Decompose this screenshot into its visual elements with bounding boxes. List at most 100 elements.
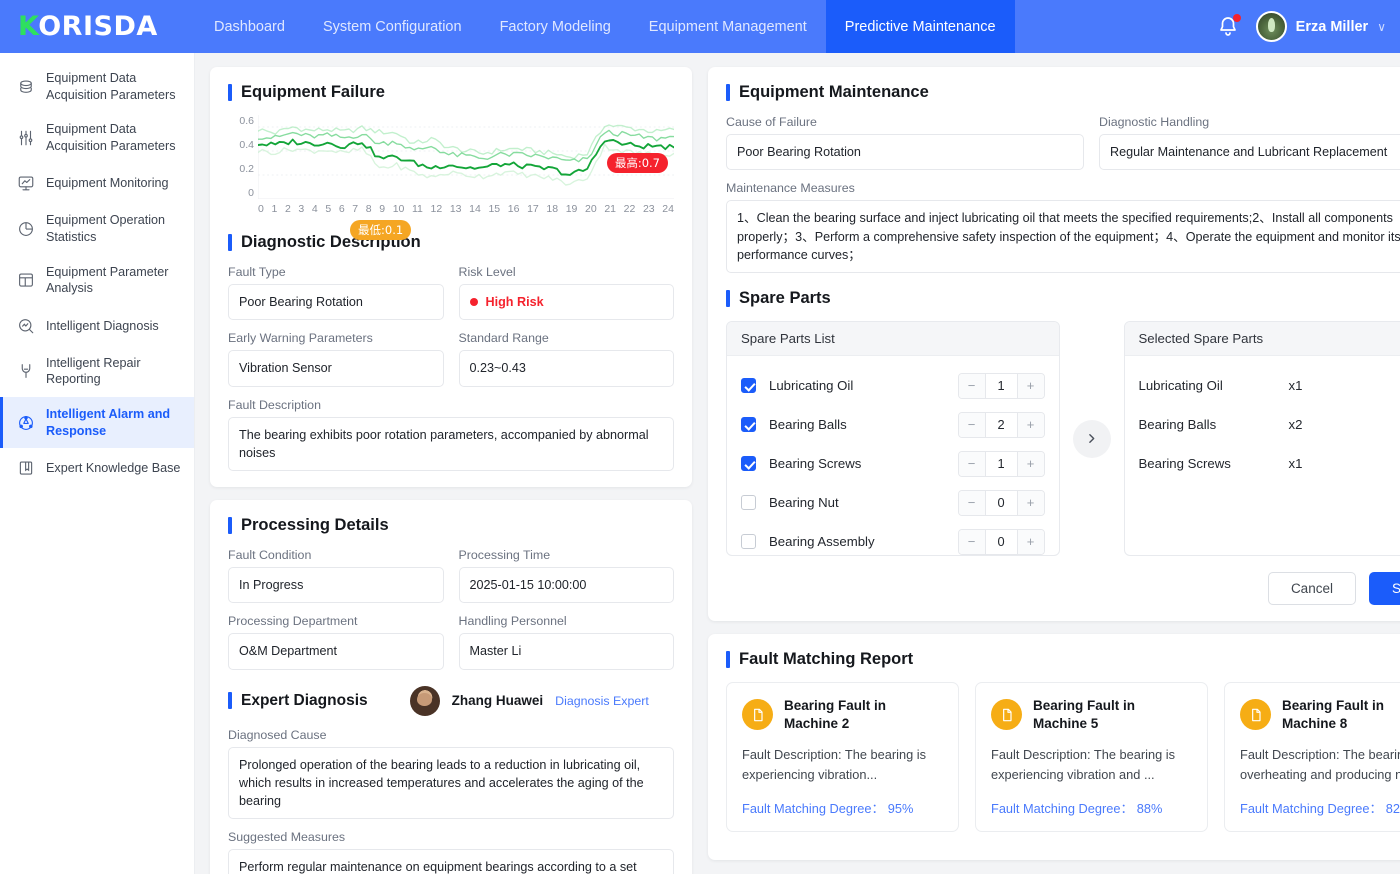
fault-condition-input[interactable]: In Progress [228,567,444,604]
quantity-increment-button[interactable]: + [1017,451,1044,476]
brand-logo[interactable]: KORISDA [0,11,195,42]
quantity-value[interactable]: 1 [984,373,1018,398]
chart-max-badge: 最高:0.7 [606,153,668,173]
quantity-decrement-button[interactable]: − [958,529,985,554]
sidebar-item-equipment-data-acquisition-parameters-1[interactable]: Equipment Data Acquisition Parameters [0,61,194,112]
quantity-value[interactable]: 2 [984,412,1018,437]
spare-part-checkbox[interactable] [741,378,756,393]
diagnostic-description-title: Diagnostic Description [228,233,674,252]
spare-parts-title: Spare Parts [726,289,1400,308]
early-warning-input[interactable]: Vibration Sensor [228,350,444,387]
quantity-value[interactable]: 0 [984,529,1018,554]
fault-card[interactable]: Bearing Fault in Machine 8 Fault Descrip… [1224,682,1400,832]
quantity-decrement-button[interactable]: − [958,373,985,398]
sidebar-item-label: Equipment Data Acquisition Parameters [46,122,176,153]
quantity-value[interactable]: 0 [984,490,1018,515]
spare-part-row: Bearing Balls − 2 + [741,405,1045,444]
selected-spare-part-qty: x2 [1288,417,1303,432]
sidebar-item-equipment-monitoring[interactable]: Equipment Monitoring [0,163,194,203]
fault-condition-time-row: Fault Condition In Progress Processing T… [228,548,674,604]
quantity-decrement-button[interactable]: − [958,412,985,437]
quantity-value[interactable]: 1 [984,451,1018,476]
sidebar-item-expert-knowledge-base[interactable]: Expert Knowledge Base [0,448,194,488]
spare-part-checkbox[interactable] [741,495,756,510]
x-tick: 2 [284,203,291,215]
selected-spare-parts-box: Selected Spare Parts Lubricating Oil x1 … [1123,321,1400,556]
chart-min-badge: 最低:0.1 [350,220,412,240]
suggested-measures-input[interactable]: Perform regular maintenance on equipment… [228,849,674,874]
fault-card[interactable]: Bearing Fault in Machine 2 Fault Descrip… [726,682,959,832]
brand-logo-first-letter: K [18,11,39,42]
quantity-increment-button[interactable]: + [1017,529,1044,554]
handling-personnel-input[interactable]: Master Li [458,633,674,670]
sidebar-item-equipment-parameter-analysis[interactable]: Equipment Parameter Analysis [0,255,194,306]
selected-spare-part-row: Bearing Balls x2 [1139,405,1400,444]
diagnosed-cause-label: Diagnosed Cause [228,727,327,742]
spare-part-checkbox[interactable] [741,534,756,549]
fault-card-matching-degree[interactable]: Fault Matching Degree： 88% [991,798,1192,817]
quantity-increment-button[interactable]: + [1017,490,1044,515]
diagnosed-cause-group: Diagnosed Cause Prolonged operation of t… [228,728,674,820]
pie-chart-icon [16,220,35,239]
x-tick: 18 [546,203,559,215]
expert-role-link[interactable]: Diagnosis Expert [555,694,649,708]
sidebar-item-intelligent-repair-reporting[interactable]: Intelligent Repair Reporting [0,346,194,397]
nav-item-equipment-management[interactable]: Equipment Management [630,0,826,53]
nav-item-dashboard[interactable]: Dashboard [195,0,304,53]
risk-level-group: Risk Level High Risk [458,265,674,321]
quantity-stepper: − 1 + [957,450,1045,477]
document-icon [991,699,1022,731]
nav-item-system-configuration[interactable]: System Configuration [304,0,481,53]
sidebar-item-equipment-operation-statistics[interactable]: Equipment Operation Statistics [0,203,194,254]
user-menu[interactable]: Erza Miller ∨ [1255,11,1386,42]
quantity-decrement-button[interactable]: − [958,490,985,515]
diagnosed-cause-input[interactable]: Prolonged operation of the bearing leads… [228,746,674,820]
quantity-increment-button[interactable]: + [1017,412,1044,437]
cause-of-failure-label: Cause of Failure [726,115,817,129]
risk-level-value: High Risk [458,284,674,321]
sidebar-item-intelligent-diagnosis[interactable]: Intelligent Diagnosis [0,306,194,346]
nav-right-cluster: Erza Miller ∨ [1216,0,1386,53]
handling-personnel-label: Handling Personnel [458,614,567,629]
processing-time-input[interactable]: 2025-01-15 10:00:00 [458,567,674,604]
database-icon [16,77,35,96]
spare-part-checkbox[interactable] [741,456,756,471]
standard-range-input[interactable]: 0.23~0.43 [458,350,674,387]
sidebar-item-intelligent-alarm-and-response[interactable]: Intelligent Alarm and Response [0,397,194,449]
submit-button[interactable]: Submit [1368,572,1400,605]
diagnostic-handling-input[interactable]: Regular Maintenance and Lubricant Replac… [1099,134,1400,171]
expert-avatar [409,685,440,716]
suggested-measures-group: Suggested Measures Perform regular maint… [228,830,674,874]
processing-department-label: Processing Department [228,614,358,629]
user-name-label: Erza Miller [1295,18,1369,35]
early-warning-standard-row: Early Warning Parameters Vibration Senso… [228,331,674,387]
x-tick: 3 [298,203,305,215]
nav-item-factory-modeling[interactable]: Factory Modeling [481,0,630,53]
spare-part-checkbox[interactable] [741,417,756,432]
chevron-down-icon: ∨ [1377,19,1386,34]
fault-description-input[interactable]: The bearing exhibits poor rotation param… [228,416,674,471]
cause-of-failure-input[interactable]: Poor Bearing Rotation [726,134,1084,171]
cancel-button[interactable]: Cancel [1267,572,1356,605]
sidebar-item-label: Equipment Monitoring [46,176,169,191]
sidebar-item-equipment-data-acquisition-parameters-2[interactable]: Equipment Data Acquisition Parameters [0,112,194,163]
fault-card-title: Bearing Fault in Machine 5 [1033,698,1136,731]
spare-part-name: Lubricating Oil [769,378,854,393]
quantity-increment-button[interactable]: + [1017,373,1044,398]
quantity-decrement-button[interactable]: − [958,451,985,476]
fault-condition-group: Fault Condition In Progress [228,548,444,604]
transfer-right-button[interactable] [1072,419,1111,458]
maintenance-measures-textarea[interactable]: 1、Clean the bearing surface and inject l… [726,200,1400,273]
nav-item-predictive-maintenance[interactable]: Predictive Maintenance [825,0,1015,53]
fault-card-matching-degree[interactable]: Fault Matching Degree： 95% [742,798,943,817]
processing-department-input[interactable]: O&M Department [228,633,444,670]
x-tick: 4 [311,203,318,215]
fault-card-matching-degree[interactable]: Fault Matching Degree： 82% [1240,798,1400,817]
fault-cards-container: Bearing Fault in Machine 2 Fault Descrip… [726,682,1400,832]
monitor-chart-icon [16,174,35,193]
notification-bell-button[interactable] [1216,13,1241,39]
fault-card[interactable]: Bearing Fault in Machine 5 Fault Descrip… [975,682,1208,832]
fault-type-input[interactable]: Poor Bearing Rotation [228,284,444,321]
notification-badge-dot [1232,13,1241,22]
risk-level-text: High Risk [485,295,544,309]
